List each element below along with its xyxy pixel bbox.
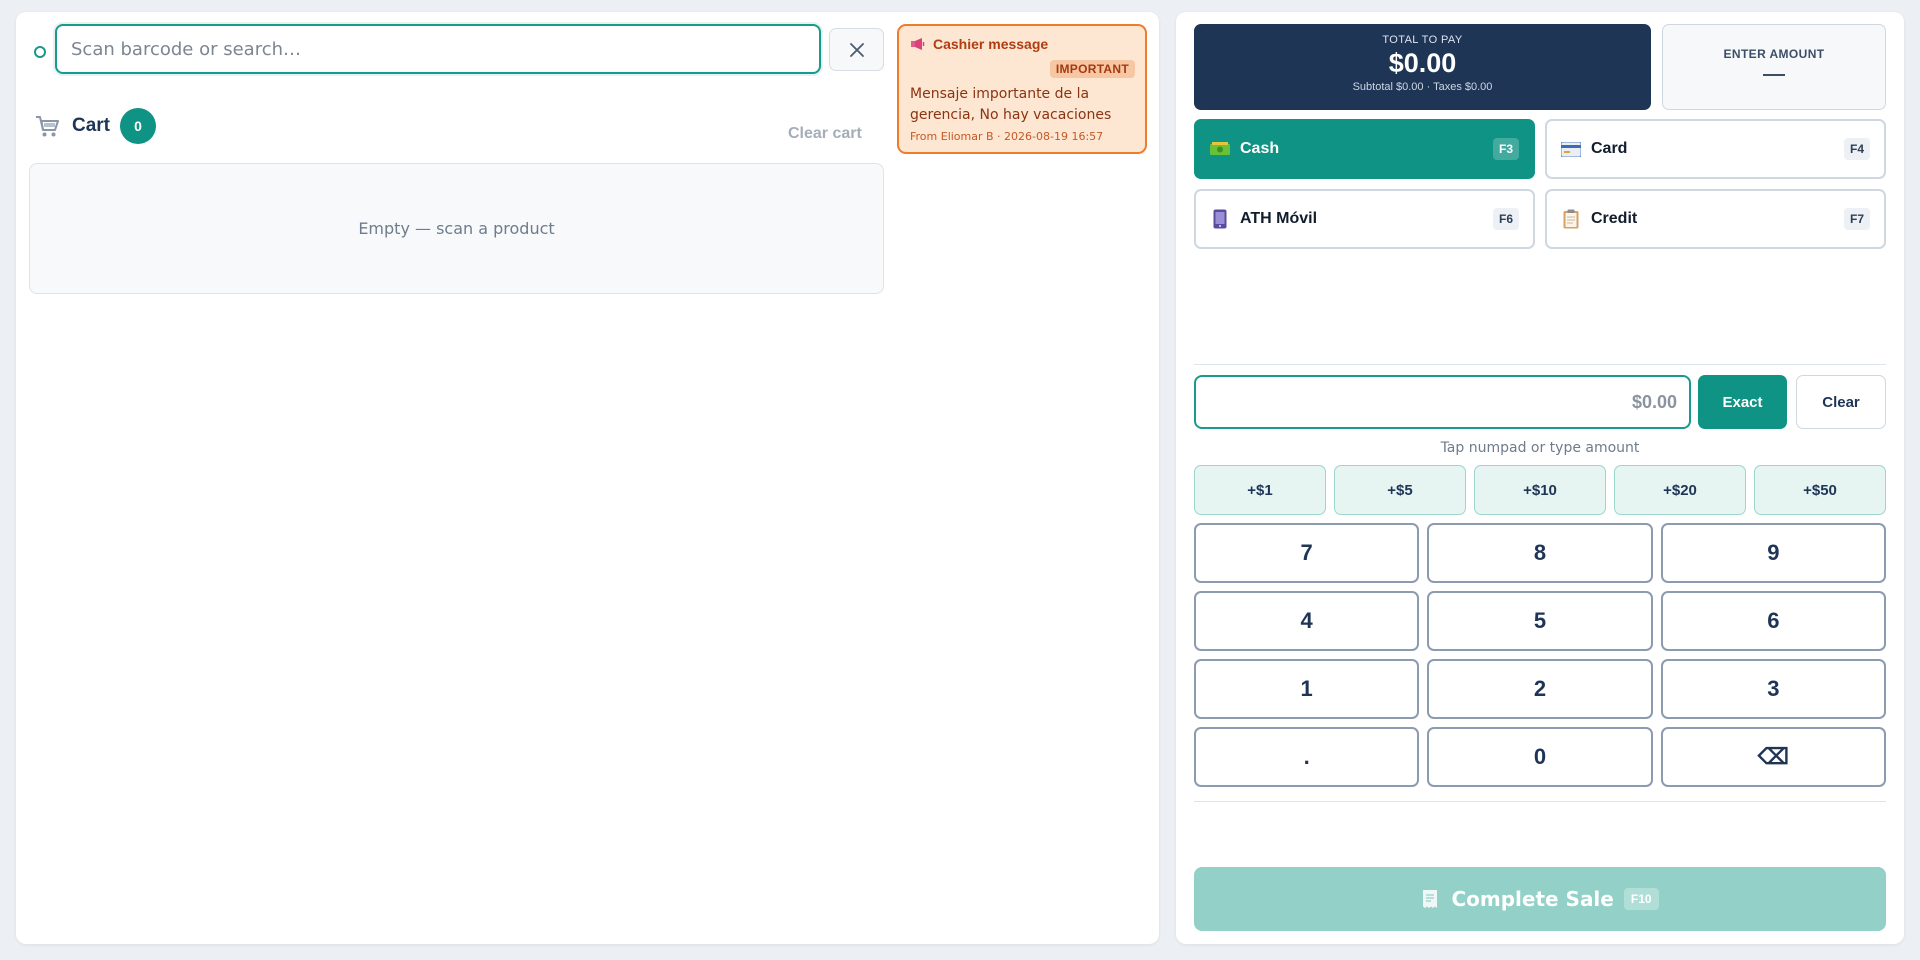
quick-amount-button[interactable]: +$10	[1474, 465, 1606, 515]
cart-count-badge: 0	[120, 108, 157, 144]
clipboard-icon	[1561, 209, 1581, 229]
amount-hint: Tap numpad or type amount	[1440, 440, 1640, 456]
quick-amount-button[interactable]: +$50	[1754, 465, 1886, 515]
cashier-message-title: Cashier message	[933, 36, 1049, 52]
numpad-key-4[interactable]: 4	[1194, 591, 1420, 651]
cashier-message-from: From Eliomar B · 2026-08-19 16:57	[910, 130, 1104, 143]
numpad-key-9[interactable]: 9	[1660, 523, 1886, 583]
shortcut-key-badge: F3	[1492, 138, 1519, 160]
total-label: TOTAL TO PAY	[1382, 34, 1463, 46]
payment-method-label: ATH Móvil	[1240, 210, 1318, 227]
quick-amount-button[interactable]: +$20	[1614, 465, 1746, 515]
clear-cart-button[interactable]: Clear cart	[788, 125, 862, 143]
close-icon	[849, 42, 864, 57]
numpad-key-decimal[interactable]: .	[1194, 727, 1420, 787]
numpad: 7 8 9 4 5 6 1 2 3 . 0 ⌫	[1194, 523, 1886, 787]
payment-method-ath-movil[interactable]: ATH Móvil F6	[1194, 189, 1535, 249]
complete-sale-button[interactable]: Complete Sale F10	[1194, 867, 1886, 931]
total-to-pay-box: TOTAL TO PAY $0.00 Subtotal $0.00 · Taxe…	[1194, 24, 1651, 110]
cart-empty-state: Empty — scan a product	[29, 163, 884, 294]
complete-sale-label: Complete Sale	[1451, 887, 1614, 911]
enter-amount-dash	[1763, 74, 1785, 76]
payment-method-credit[interactable]: Credit F7	[1545, 189, 1886, 249]
search-input[interactable]	[55, 24, 821, 74]
cashier-message-body: Mensaje importante de la gerencia, No ha…	[910, 86, 1112, 123]
cart-panel: Cart 0 Clear cart Empty — scan a product…	[16, 12, 1159, 944]
payment-panel: TOTAL TO PAY $0.00 Subtotal $0.00 · Taxe…	[1176, 12, 1904, 944]
enter-amount-label: ENTER AMOUNT	[1723, 47, 1825, 61]
numpad-key-0[interactable]: 0	[1427, 727, 1653, 787]
total-subtitle: Subtotal $0.00 · Taxes $0.00	[1352, 81, 1493, 93]
cashier-message-card: Cashier message IMPORTANT Mensaje import…	[897, 24, 1147, 154]
connection-status-icon	[34, 46, 46, 58]
quick-amount-row: +$1 +$5 +$10 +$20 +$50	[1194, 465, 1886, 515]
numpad-key-8[interactable]: 8	[1427, 523, 1653, 583]
payment-method-label: Card	[1591, 140, 1628, 157]
numpad-key-1[interactable]: 1	[1194, 659, 1420, 719]
cart-title: Cart	[72, 115, 111, 136]
numpad-key-7[interactable]: 7	[1194, 523, 1420, 583]
total-amount: $0.00	[1388, 48, 1457, 78]
backspace-button[interactable]: ⌫	[1660, 727, 1886, 787]
numpad-key-5[interactable]: 5	[1427, 591, 1653, 651]
payment-method-card[interactable]: Card F4	[1545, 119, 1886, 179]
amount-input[interactable]	[1194, 375, 1691, 429]
payment-method-cash[interactable]: Cash F3	[1194, 119, 1535, 179]
payment-method-label: Cash	[1240, 140, 1280, 157]
shortcut-key-badge: F6	[1492, 208, 1519, 230]
phone-icon	[1210, 209, 1230, 229]
shopping-cart-icon	[36, 116, 59, 137]
quick-amount-button[interactable]: +$5	[1334, 465, 1466, 515]
divider	[1194, 801, 1886, 802]
numpad-key-3[interactable]: 3	[1660, 659, 1886, 719]
shortcut-key-badge: F4	[1843, 138, 1870, 160]
enter-amount-button[interactable]: ENTER AMOUNT	[1662, 24, 1886, 110]
quick-amount-button[interactable]: +$1	[1194, 465, 1326, 515]
megaphone-icon	[911, 38, 925, 50]
cashier-message-header: Cashier message	[910, 36, 1134, 52]
clear-amount-button[interactable]: Clear	[1796, 375, 1886, 429]
shortcut-key-badge: F7	[1843, 208, 1870, 230]
cash-icon	[1210, 139, 1230, 159]
divider	[1194, 364, 1886, 365]
receipt-icon	[1423, 890, 1438, 908]
payment-method-label: Credit	[1591, 210, 1638, 227]
credit-card-icon	[1561, 139, 1581, 159]
important-badge: IMPORTANT	[1049, 60, 1135, 78]
cart-header: Cart 0	[34, 108, 157, 144]
shortcut-key-badge: F10	[1623, 888, 1659, 910]
exact-amount-button[interactable]: Exact	[1698, 375, 1787, 429]
numpad-key-2[interactable]: 2	[1427, 659, 1653, 719]
numpad-key-6[interactable]: 6	[1660, 591, 1886, 651]
clear-search-button[interactable]	[829, 28, 884, 71]
